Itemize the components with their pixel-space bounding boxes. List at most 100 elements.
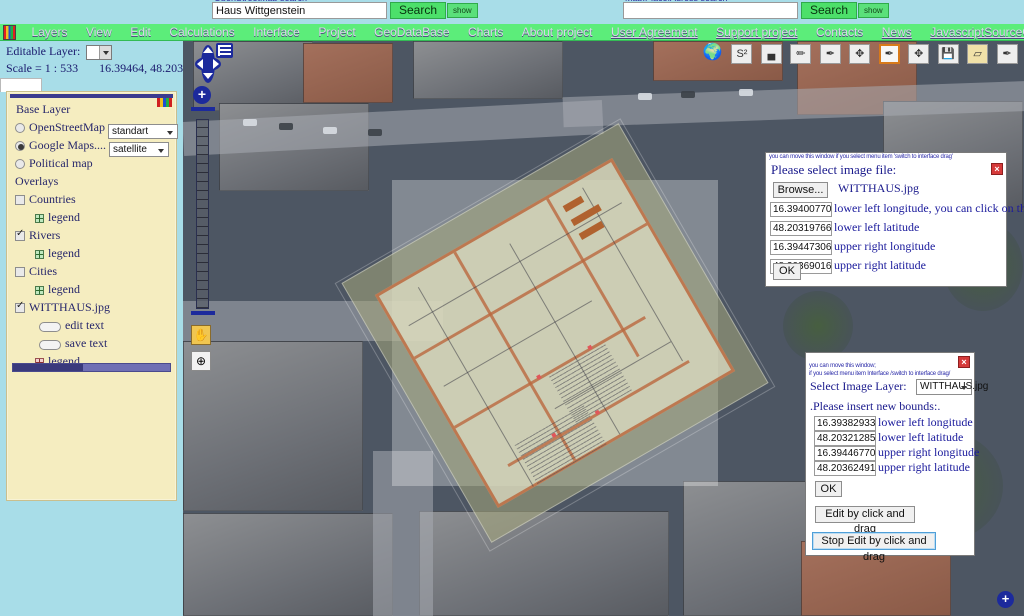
- search-button-osm[interactable]: Search: [390, 2, 447, 19]
- pencil-edit-active-icon[interactable]: ✒: [878, 44, 900, 64]
- base-layer-openstreetmap[interactable]: OpenStreetMap standart: [15, 120, 178, 139]
- search-input-place[interactable]: [623, 2, 798, 19]
- zoom-out-button[interactable]: [193, 303, 211, 321]
- edit-by-click-and-drag-button[interactable]: Edit by click and drag: [815, 506, 915, 535]
- polygon-icon[interactable]: ▱: [967, 44, 989, 64]
- ok-button[interactable]: OK: [773, 263, 801, 280]
- pencil-question-icon[interactable]: ✏: [790, 44, 812, 64]
- layers-panel-scrollbar[interactable]: [12, 363, 171, 372]
- menu-item-layers[interactable]: Layers: [24, 24, 74, 41]
- legend-expand-icon[interactable]: [35, 214, 44, 223]
- pill-button-icon[interactable]: [39, 322, 61, 332]
- panel-tab[interactable]: [0, 78, 42, 92]
- pill-button-icon[interactable]: [39, 340, 61, 350]
- lower-left-longitude-input[interactable]: 16.39400770: [770, 202, 832, 217]
- search-button-place[interactable]: Search: [801, 2, 858, 19]
- legend-expand-icon[interactable]: [35, 250, 44, 259]
- bounds-lower-left-longitude-label: lower left longitude: [878, 415, 973, 429]
- menu-item-javascript-source-code[interactable]: JavascriptSourceCode: [923, 24, 1024, 41]
- base-layer-google-maps[interactable]: Google Maps.... satellite: [15, 138, 169, 157]
- overlay-witthaus-edit-text[interactable]: edit text: [39, 318, 104, 333]
- save-icon[interactable]: 💾: [937, 44, 959, 64]
- menu-item-news[interactable]: News: [875, 24, 919, 41]
- base-layer-political-map[interactable]: Political map: [15, 156, 93, 171]
- zoom-slider-top-stop[interactable]: [191, 107, 215, 111]
- center-target-tool-icon[interactable]: ⊕: [191, 351, 211, 371]
- map-corner-zoom-in-button[interactable]: +: [997, 591, 1014, 608]
- menu-item-interface[interactable]: Interface: [246, 24, 307, 41]
- search-show-toggle-place[interactable]: show: [858, 3, 889, 18]
- overlay-countries-legend[interactable]: legend: [35, 210, 80, 225]
- vehicle: [323, 127, 337, 134]
- select-image-file-dialog[interactable]: you can move this window if you select m…: [765, 152, 1024, 287]
- radio-icon-openstreetmap[interactable]: [15, 123, 25, 133]
- editable-layer-select[interactable]: [86, 44, 113, 60]
- pan-hand-tool-icon[interactable]: ✋: [191, 325, 211, 345]
- bounds-upper-right-longitude-input[interactable]: 16.39446770: [814, 446, 876, 461]
- pencil-plus-icon[interactable]: ✒: [996, 44, 1018, 64]
- scrollbar-thumb[interactable]: [13, 364, 83, 371]
- overlay-cities-legend[interactable]: legend: [35, 282, 80, 297]
- globe-icon[interactable]: 🌍: [702, 44, 723, 64]
- legend-expand-icon[interactable]: [35, 286, 44, 295]
- menu-item-geodatabase[interactable]: GeoDataBase: [367, 24, 456, 41]
- overlay-witthaus-label: WITTHAUS.jpg: [29, 300, 110, 314]
- checkbox-icon-witthaus[interactable]: [15, 300, 25, 313]
- zoom-slider-track[interactable]: [196, 119, 209, 309]
- menu-item-charts[interactable]: Charts: [461, 24, 510, 41]
- bounds-upper-right-latitude-input[interactable]: 48.20362491: [814, 461, 876, 476]
- menu-item-contacts[interactable]: Contacts: [809, 24, 870, 41]
- openstreetmap-style-select[interactable]: standart: [107, 124, 178, 139]
- upper-right-longitude-input[interactable]: 16.39447306: [770, 240, 832, 255]
- bounds-lower-left-latitude-input[interactable]: 48.20321285: [814, 431, 876, 446]
- overlay-countries[interactable]: Countries: [15, 192, 76, 207]
- pencil-icon[interactable]: ✒: [819, 44, 841, 64]
- bounds-ok-button[interactable]: OK: [815, 481, 842, 497]
- ruler-icon[interactable]: ▄: [760, 44, 782, 64]
- overlay-witthaus-image[interactable]: WITTHAUS.jpg: [15, 300, 110, 315]
- image-layer-select[interactable]: WITTHAUS.jpg: [916, 379, 988, 395]
- layer-list-icon[interactable]: [216, 43, 233, 58]
- plan-wall: [413, 222, 648, 360]
- overlay-rivers[interactable]: Rivers: [15, 228, 60, 243]
- menu-item-about-project[interactable]: About project: [515, 24, 600, 41]
- overlay-witthaus-save-text[interactable]: save text: [39, 336, 107, 351]
- zoom-in-button[interactable]: +: [193, 86, 211, 104]
- image-bounds-dialog[interactable]: you can move this window; if you select …: [805, 352, 988, 563]
- search-input-osm[interactable]: [212, 2, 387, 19]
- checkbox-icon-countries[interactable]: [15, 195, 25, 205]
- checkbox-icon-cities[interactable]: [15, 267, 25, 277]
- overlay-countries-label: Countries: [29, 192, 76, 206]
- app-logo-icon: [3, 25, 16, 40]
- dialog-drag-hint: you can move this window if you select m…: [769, 154, 953, 160]
- search-show-toggle-osm[interactable]: show: [447, 3, 478, 18]
- move-icon[interactable]: ✥: [849, 44, 871, 64]
- overlay-cities[interactable]: Cities: [15, 264, 57, 279]
- checkbox-icon-rivers[interactable]: [15, 228, 25, 241]
- bounds-lower-left-longitude-input[interactable]: 16.39382933: [814, 416, 876, 431]
- menu-item-project[interactable]: Project: [311, 24, 362, 41]
- move-node-icon[interactable]: ✥: [908, 44, 930, 64]
- s2-icon[interactable]: S²: [731, 44, 753, 64]
- pan-right-arrow-icon[interactable]: [213, 59, 219, 69]
- pan-up-arrow-icon[interactable]: [203, 47, 213, 53]
- menu-item-calculations[interactable]: Calculations: [162, 24, 241, 41]
- menu-item-support-project[interactable]: Support project: [709, 24, 804, 41]
- close-icon[interactable]: ×: [958, 356, 970, 368]
- bounds-upper-right-latitude-label: upper right latitude: [878, 460, 970, 474]
- browse-button[interactable]: Browse...: [773, 182, 828, 198]
- radio-icon-political-map[interactable]: [15, 159, 25, 169]
- pan-left-arrow-icon[interactable]: [197, 59, 203, 69]
- map-pan-control[interactable]: [189, 43, 233, 85]
- building-roof: [183, 513, 393, 616]
- google-maps-style-select[interactable]: satellite: [109, 142, 169, 157]
- close-icon[interactable]: ×: [991, 163, 1003, 175]
- menu-item-view[interactable]: View: [79, 24, 119, 41]
- menu-item-edit[interactable]: Edit: [123, 24, 158, 41]
- stop-edit-by-click-and-drag-button[interactable]: Stop Edit by click and drag: [812, 532, 936, 563]
- overlay-rivers-legend[interactable]: legend: [35, 246, 80, 261]
- menu-item-user-agreement[interactable]: User Agreement: [604, 24, 705, 41]
- pan-down-arrow-icon[interactable]: [203, 73, 213, 79]
- radio-icon-google-maps[interactable]: [15, 141, 25, 151]
- lower-left-latitude-input[interactable]: 48.20319766: [770, 221, 832, 236]
